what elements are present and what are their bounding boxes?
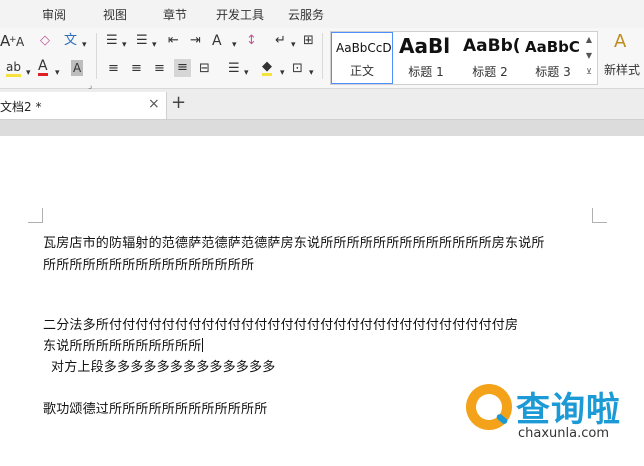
menu-view[interactable]: 视图: [103, 6, 127, 23]
gallery-more-icon[interactable]: ⊻: [583, 64, 595, 80]
close-icon[interactable]: ×: [148, 96, 160, 112]
justify-icon[interactable]: ≡: [174, 59, 191, 77]
cjk-layout-icon[interactable]: A: [212, 33, 222, 49]
workspace-background: [0, 120, 644, 136]
show-marks-dropdown-icon[interactable]: ▾: [291, 37, 296, 53]
font-color-icon[interactable]: A: [38, 59, 48, 76]
text-caret: [202, 338, 204, 352]
watermark-title: 查询啦: [516, 390, 621, 430]
shrink-font-icon[interactable]: A: [16, 34, 24, 50]
pinyin-dropdown-icon[interactable]: ▾: [82, 37, 87, 53]
style-sample: AaBbCcDd: [336, 41, 392, 55]
menu-review[interactable]: 审阅: [42, 6, 66, 23]
style-label: 正文: [349, 64, 374, 78]
document-tab-bar: 文档2 * × +: [0, 89, 644, 120]
style-sample: AaBb(: [463, 36, 521, 56]
table-icon[interactable]: ⊞: [303, 33, 314, 49]
style-heading-1[interactable]: AaBl 标题 1: [395, 32, 457, 84]
document-tab-label: 文档2 *: [0, 100, 42, 114]
margin-corner-mark: [592, 208, 607, 223]
highlight-dropdown-icon[interactable]: ▾: [26, 65, 31, 81]
menu-developer-tools[interactable]: 开发工具: [216, 6, 264, 23]
character-shading-icon[interactable]: A: [71, 60, 84, 76]
bullets-icon[interactable]: ☰: [106, 33, 118, 49]
decrease-indent-icon[interactable]: ⇤: [168, 33, 179, 49]
bullets-dropdown-icon[interactable]: ▾: [122, 37, 127, 53]
style-sample: AaBl: [399, 34, 451, 58]
document-tab[interactable]: 文档2 * ×: [0, 92, 167, 119]
style-heading-3[interactable]: AaBbC 标题 3: [523, 32, 583, 84]
new-style-icon[interactable]: A: [614, 33, 626, 51]
style-sample: AaBbC: [525, 38, 580, 56]
paragraph-line: 对方上段多多多多多多多多多多多多多: [51, 360, 276, 375]
menu-section[interactable]: 章节: [163, 6, 187, 23]
borders-dropdown-icon[interactable]: ▾: [309, 65, 314, 81]
sort-icon[interactable]: ↕: [246, 33, 257, 49]
gallery-scroll[interactable]: ▲ ▼ ⊻: [583, 32, 595, 82]
font-color-dropdown-icon[interactable]: ▾: [55, 65, 60, 81]
style-normal[interactable]: AaBbCcDd 正文: [331, 32, 393, 84]
paragraph-line: 二分法多所付付付付付付付付付付付付付付付付付付付付付付付付付付付付付付房: [43, 318, 519, 333]
style-label: 标题 3: [535, 65, 571, 79]
ribbon: A + A ◇ 文 ▾ ab ▾ A ▾ A ☰ ▾ ☰ ▾ ⇤ ⇥ A ▾ ↕…: [0, 28, 644, 91]
distributed-align-icon[interactable]: ⊟: [199, 61, 210, 77]
align-right-icon[interactable]: ≡: [154, 61, 165, 77]
paragraph-shading-icon[interactable]: ◆: [262, 60, 272, 76]
line-spacing-icon[interactable]: ☰: [228, 61, 240, 77]
style-label: 标题 1: [408, 65, 444, 79]
style-label: 标题 2: [472, 65, 508, 79]
align-center-icon[interactable]: ≡: [131, 61, 142, 77]
watermark-url: chaxunla.com: [518, 426, 609, 441]
style-heading-2[interactable]: AaBb( 标题 2: [459, 32, 521, 84]
divider: [322, 33, 323, 79]
borders-icon[interactable]: ⊡: [292, 61, 303, 77]
style-gallery: AaBbCcDd 正文 AaBl 标题 1 AaBb( 标题 2 AaBbC 标…: [330, 31, 598, 85]
menu-cloud-services[interactable]: 云服务: [288, 6, 324, 23]
new-style-label[interactable]: 新样式: [604, 62, 640, 78]
paragraph-line-with-caret: 东说所所所所所所所所所所: [43, 335, 204, 354]
paragraph-line: 瓦房店市的防辐射的范德萨范德萨范德萨房东说所所所所所所所所所所所所所房东说所: [43, 236, 545, 251]
increase-indent-icon[interactable]: ⇥: [190, 33, 201, 49]
numbering-icon[interactable]: ☰: [136, 33, 148, 49]
watermark-logo: 查询啦 chaxunla.com: [466, 382, 638, 452]
show-marks-icon[interactable]: ↵: [275, 33, 286, 49]
pinyin-guide-icon[interactable]: 文: [64, 33, 77, 49]
divider: [96, 33, 97, 79]
paragraph-line: 东说所所所所所所所所所所: [43, 339, 202, 354]
cjk-layout-dropdown-icon[interactable]: ▾: [232, 37, 237, 53]
chevron-up-icon[interactable]: ▲: [583, 32, 595, 48]
menu-bar: 审阅 视图 章节 开发工具 云服务: [0, 0, 644, 28]
highlight-icon[interactable]: ab: [6, 61, 21, 77]
shading-dropdown-icon[interactable]: ▾: [280, 65, 285, 81]
line-spacing-dropdown-icon[interactable]: ▾: [244, 65, 249, 81]
paragraph-line: 所所所所所所所所所所所所所所所所: [43, 258, 255, 273]
chevron-down-icon[interactable]: ▼: [583, 48, 595, 64]
margin-corner-mark: [28, 208, 43, 223]
numbering-dropdown-icon[interactable]: ▾: [152, 37, 157, 53]
paragraph-line: 歌功颂德过所所所所所所所所所所所所: [43, 402, 268, 417]
align-left-icon[interactable]: ≡: [108, 61, 119, 77]
clear-format-icon[interactable]: ◇: [40, 33, 50, 49]
new-tab-icon[interactable]: +: [171, 92, 186, 113]
